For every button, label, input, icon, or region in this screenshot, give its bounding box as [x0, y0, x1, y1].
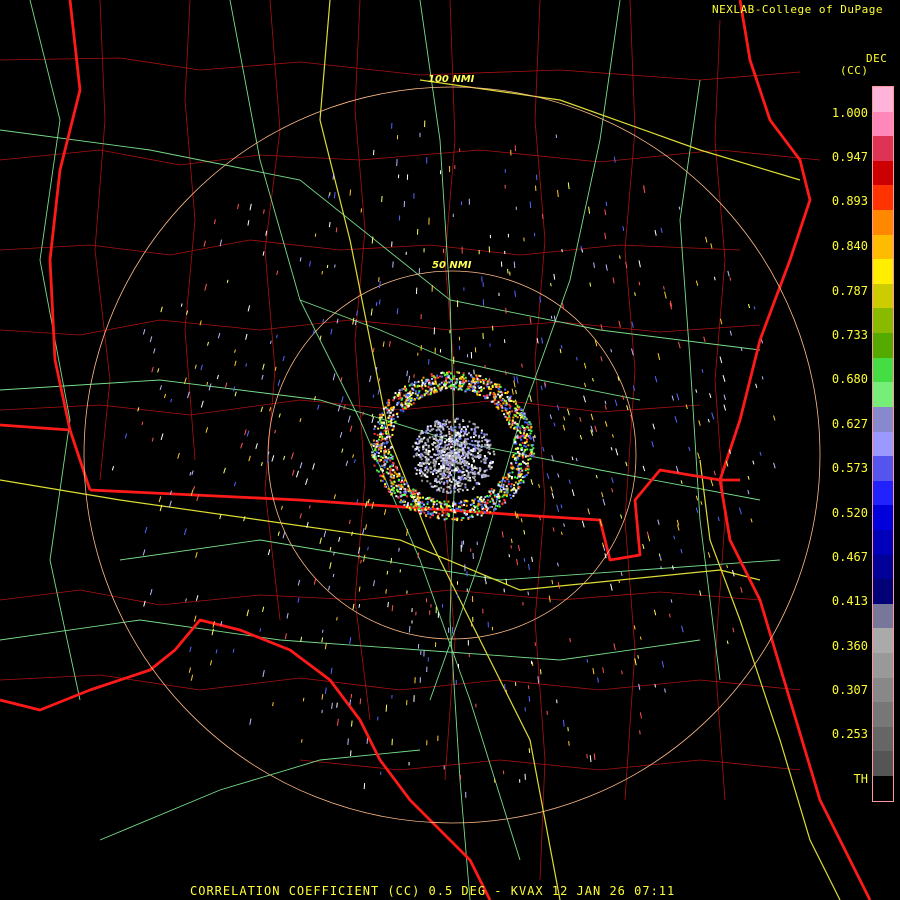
scale-segment	[873, 308, 893, 334]
range-ring-100-label: 100 NMI	[428, 74, 475, 85]
legend-tick: 0.893	[831, 194, 868, 208]
credit-label: NEXLAB-College of DuPage	[712, 3, 883, 16]
scale-segment	[873, 702, 893, 727]
scale-segment	[873, 185, 893, 211]
scale-segment	[873, 111, 893, 137]
scale-segment	[873, 653, 893, 678]
legend-tick: 1.000	[831, 106, 868, 120]
color-scale-bar	[872, 86, 894, 802]
scale-segment	[873, 751, 893, 777]
scale-segment	[873, 259, 893, 284]
scale-segment	[873, 333, 893, 358]
legend-tick: TH	[853, 772, 868, 786]
radar-map: 100 NMI 50 NMI	[0, 0, 900, 900]
legend-tick: 0.733	[831, 328, 868, 342]
scale-segment	[873, 456, 893, 481]
legend-tick: 0.680	[831, 372, 868, 386]
legend-tick: 0.307	[831, 683, 868, 697]
scale-segment	[873, 603, 893, 629]
scale-segment	[873, 87, 893, 112]
legend-tick: 0.467	[831, 550, 868, 564]
scale-segment	[873, 776, 893, 801]
scale-segment	[873, 505, 893, 530]
scale-segment	[873, 210, 893, 235]
legend-tick: 0.573	[831, 461, 868, 475]
scale-segment	[873, 357, 893, 383]
scale-segment	[873, 554, 893, 580]
legend-tick: 0.840	[831, 239, 868, 253]
scale-segment	[873, 136, 893, 161]
scale-segment	[873, 529, 893, 555]
scale-segment	[873, 480, 893, 506]
legend-tick: 0.360	[831, 639, 868, 653]
legend-tick: 0.520	[831, 506, 868, 520]
scale-segment	[873, 579, 893, 604]
scale-segment	[873, 677, 893, 703]
scale-segment	[873, 283, 893, 309]
scale-segment	[873, 406, 893, 432]
scale-segment	[873, 160, 893, 186]
product-footer: CORRELATION COEFFICIENT (CC) 0.5 DEG - K…	[190, 884, 676, 898]
scale-segment	[873, 431, 893, 457]
scale-segment	[873, 234, 893, 260]
legend-tick: 0.947	[831, 150, 868, 164]
legend-tick: 0.627	[831, 417, 868, 431]
legend-title-line1: DEC	[866, 52, 888, 65]
scale-segment	[873, 628, 893, 654]
scale-segment	[873, 382, 893, 407]
range-ring-50-label: 50 NMI	[432, 260, 472, 271]
legend-title-line2: (CC)	[840, 64, 869, 77]
legend-tick: 0.413	[831, 594, 868, 608]
scale-segment	[873, 726, 893, 752]
legend-tick: 0.253	[831, 727, 868, 741]
legend-tick: 0.787	[831, 284, 868, 298]
